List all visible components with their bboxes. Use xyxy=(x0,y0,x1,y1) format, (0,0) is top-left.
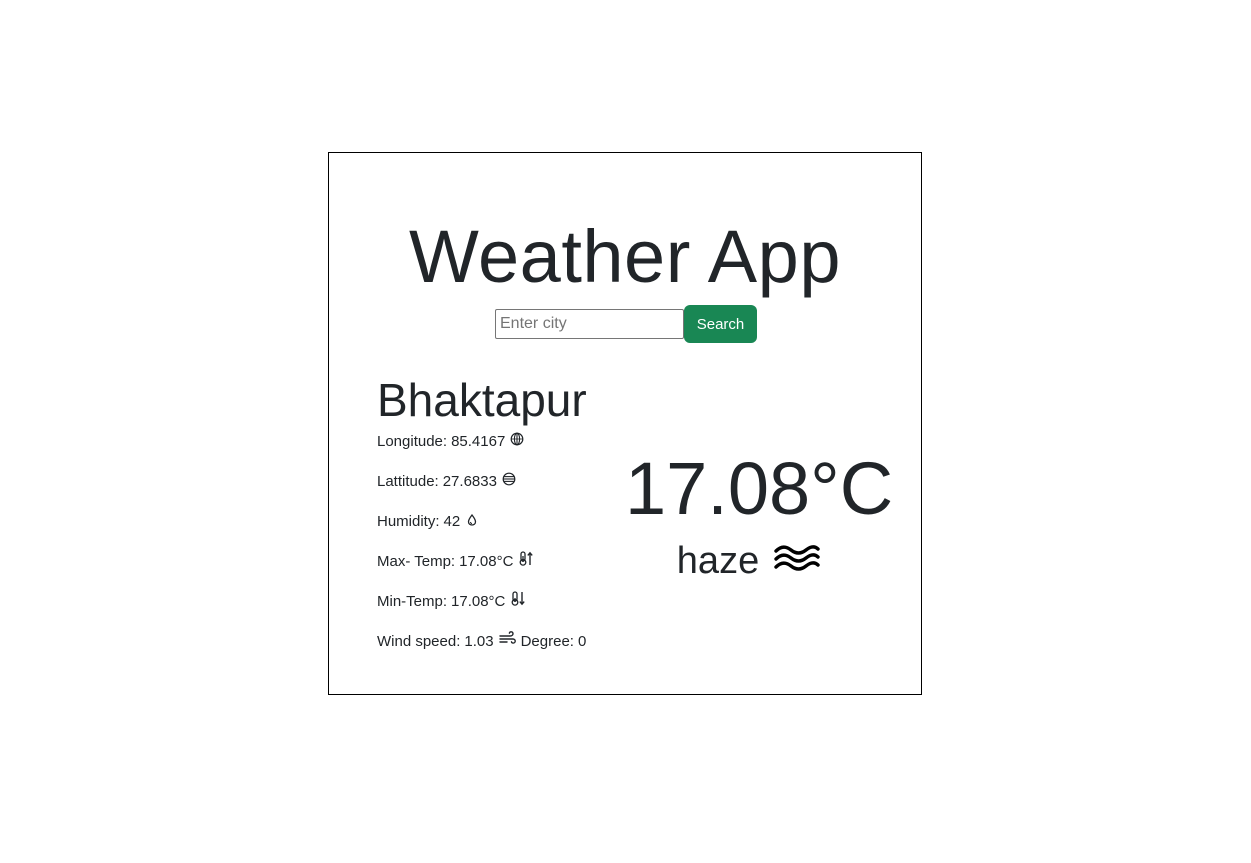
humidity-label: Humidity: xyxy=(377,513,440,530)
city-name: Bhaktapur xyxy=(377,374,587,426)
humidity-value: 42 xyxy=(443,513,461,530)
droplet-icon xyxy=(467,511,477,533)
thermometer-up-icon xyxy=(518,551,534,573)
min-temp-value: 17.08°C xyxy=(451,593,506,610)
thermometer-down-icon xyxy=(510,591,526,613)
longitude-value: 85.4167 xyxy=(451,433,506,450)
max-temp-value: 17.08°C xyxy=(459,553,514,570)
search-button[interactable]: Search xyxy=(684,305,757,343)
humidity-row: Humidity: 42 xyxy=(377,511,637,533)
current-temperature: 17.08°C xyxy=(625,447,894,530)
longitude-label: Longitude: xyxy=(377,433,448,450)
latitude-row: Lattitude: 27.6833 xyxy=(377,471,637,493)
weather-details: Bhaktapur Longitude: 85.4167 Lattitude: … xyxy=(377,371,637,671)
globe-lines-icon xyxy=(502,471,516,493)
weather-card: Weather App Search Bhaktapur Longitude: … xyxy=(328,152,922,695)
wind-row: Wind speed: 1.03 Degree: 0 xyxy=(377,631,637,653)
latitude-label: Lattitude: xyxy=(377,473,439,490)
wind-speed-value: 1.03 xyxy=(464,633,494,650)
condition-row: haze xyxy=(625,539,873,583)
latitude-value: 27.6833 xyxy=(442,473,497,490)
city-search-input[interactable] xyxy=(495,309,684,339)
search-form: Search xyxy=(495,305,757,343)
min-temp-label: Min-Temp: xyxy=(377,593,448,610)
app-title: Weather App xyxy=(409,215,841,298)
degree-value: 0 xyxy=(577,633,587,650)
haze-waves-icon xyxy=(773,544,821,579)
wind-icon xyxy=(498,631,516,653)
longitude-row: Longitude: 85.4167 xyxy=(377,431,637,453)
max-temp-label: Max- Temp: xyxy=(377,553,456,570)
min-temp-row: Min-Temp: 17.08°C xyxy=(377,591,637,613)
wind-speed-label: Wind speed: xyxy=(377,633,461,650)
degree-label: Degree: xyxy=(520,633,574,650)
weather-condition: haze xyxy=(676,540,760,582)
max-temp-row: Max- Temp: 17.08°C xyxy=(377,551,637,573)
current-conditions: 17.08°C haze xyxy=(625,445,894,583)
globe-icon xyxy=(510,431,524,453)
